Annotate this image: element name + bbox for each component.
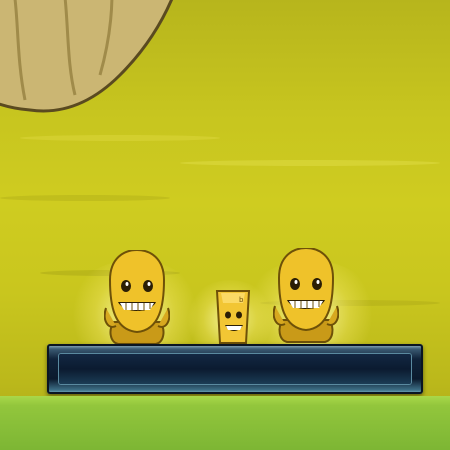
stone-platform — [47, 344, 423, 394]
golden-cup-center[interactable]: b — [215, 289, 251, 345]
platform-inset — [59, 354, 411, 384]
background-streak — [0, 195, 170, 201]
background-streak — [180, 160, 440, 166]
background-streak — [20, 135, 220, 141]
game-scene: b — [0, 0, 450, 450]
golden-idol-left[interactable] — [104, 250, 170, 346]
hanging-rock — [0, 0, 174, 113]
svg-text:b: b — [239, 296, 244, 304]
grass-ground — [0, 396, 450, 450]
golden-idol-right[interactable] — [273, 248, 339, 344]
